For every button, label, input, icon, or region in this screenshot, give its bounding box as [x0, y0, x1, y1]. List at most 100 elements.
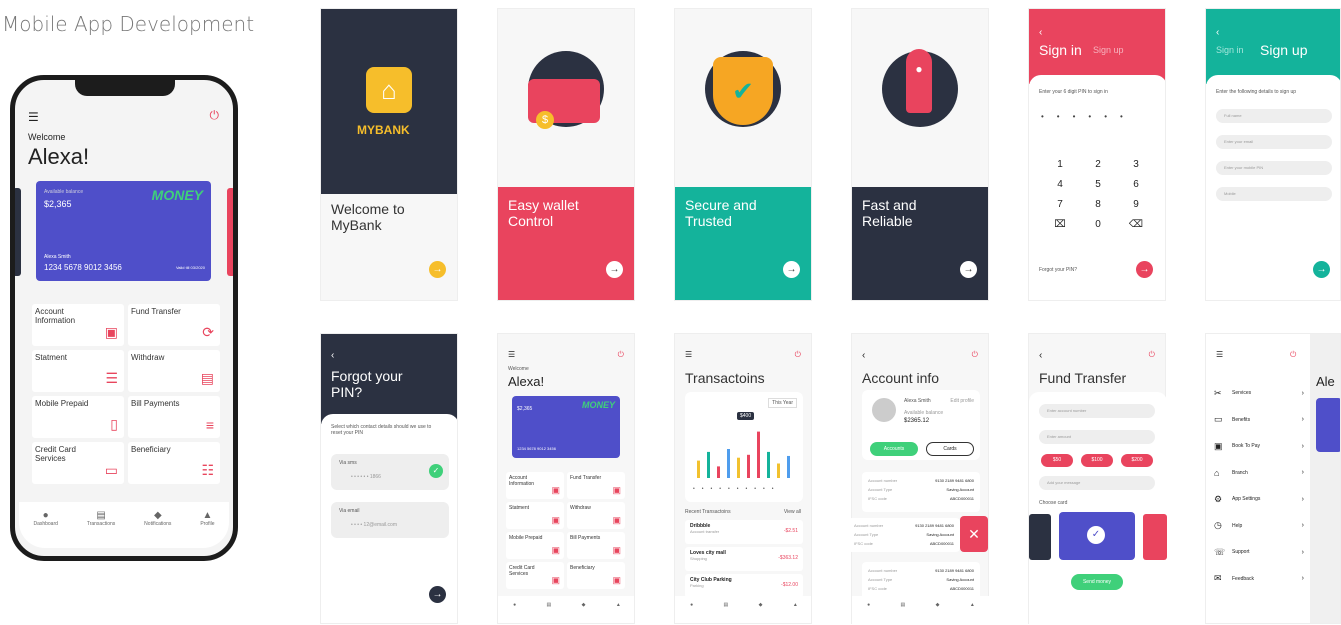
- service-tile[interactable]: Fund Transfer ⟳: [128, 304, 220, 346]
- bell-icon[interactable]: ◆: [759, 602, 763, 608]
- next-arrow-icon[interactable]: →: [960, 261, 977, 278]
- account-row-card-swiped[interactable]: Account number 9130 2189 9481 6800 Account…: [848, 518, 960, 552]
- power-icon[interactable]: ⏻: [210, 108, 220, 123]
- month-dots[interactable]: ••••••••••: [693, 486, 781, 492]
- keypad-key[interactable]: 8: [1079, 199, 1117, 210]
- power-icon[interactable]: ⏻: [1149, 350, 1155, 360]
- menu-icon[interactable]: ☰: [28, 110, 39, 124]
- keypad-key[interactable]: 9: [1117, 199, 1155, 210]
- email-option[interactable]: Via email • • • • 12@email.com: [331, 502, 449, 538]
- back-icon[interactable]: ‹: [1216, 27, 1219, 38]
- power-icon[interactable]: ⏻: [972, 350, 978, 360]
- chart-bar[interactable]: [717, 466, 720, 478]
- chart-bar[interactable]: [697, 460, 700, 478]
- pin-field[interactable]: Enter your mobile PIN: [1216, 161, 1332, 175]
- transaction-row[interactable]: Dribbble Account transfer -$2.51: [685, 520, 803, 544]
- amount-chip[interactable]: $200: [1121, 454, 1153, 467]
- keypad-key[interactable]: 4: [1041, 179, 1079, 190]
- service-tile[interactable]: Bill Payments ▣: [567, 532, 625, 559]
- amount-chip[interactable]: $50: [1041, 454, 1073, 467]
- profile-icon[interactable]: ▲: [970, 602, 975, 608]
- amount-chip[interactable]: $100: [1081, 454, 1113, 467]
- chart-bar[interactable]: [787, 455, 790, 478]
- home-icon[interactable]: ●: [690, 602, 693, 608]
- transaction-row[interactable]: City Club Parking Parking -$12.00: [685, 574, 803, 598]
- dashboard-peek[interactable]: Ale: [1316, 374, 1335, 389]
- prev-card[interactable]: [1029, 514, 1051, 560]
- selected-card[interactable]: ✓: [1059, 512, 1135, 560]
- chart-bar[interactable]: [757, 431, 760, 478]
- nav-item[interactable]: ● Dashboard: [33, 510, 57, 527]
- mobile-field[interactable]: Mobile: [1216, 187, 1332, 201]
- chart-bar[interactable]: [777, 463, 780, 479]
- service-tile[interactable]: Beneficiary ☷: [128, 442, 220, 484]
- power-icon[interactable]: ⏻: [618, 350, 624, 360]
- menu-item[interactable]: ☏ Support ›: [1214, 539, 1304, 566]
- fullname-field[interactable]: Full name: [1216, 109, 1332, 123]
- service-tile[interactable]: Statment ☰: [32, 350, 124, 392]
- keypad-key[interactable]: 2: [1079, 159, 1117, 170]
- email-field[interactable]: Enter your email: [1216, 135, 1332, 149]
- service-tile[interactable]: Credit Card Services ▭: [32, 442, 124, 484]
- message-field[interactable]: Add your message: [1039, 476, 1155, 490]
- nav-item[interactable]: ▤ Transactions: [87, 510, 115, 527]
- keypad-key[interactable]: 5: [1079, 179, 1117, 190]
- menu-item[interactable]: ✂ Services ›: [1214, 380, 1304, 407]
- account-number-field[interactable]: Enter account number: [1039, 404, 1155, 418]
- service-tile[interactable]: Statment ▣: [506, 502, 564, 529]
- next-arrow-icon[interactable]: →: [783, 261, 800, 278]
- pin-dots[interactable]: ••••••: [1041, 112, 1136, 121]
- chart-bar[interactable]: [737, 457, 740, 478]
- service-tile[interactable]: Mobile Prepaid ▯: [32, 396, 124, 438]
- back-icon[interactable]: ‹: [862, 350, 865, 361]
- accounts-tab[interactable]: Accounts: [870, 442, 918, 456]
- keypad-key[interactable]: 3: [1117, 159, 1155, 170]
- chart-bar[interactable]: [727, 449, 730, 478]
- menu-item[interactable]: ✉ Feedback ›: [1214, 566, 1304, 593]
- home-icon[interactable]: ●: [867, 602, 870, 608]
- profile-icon[interactable]: ▲: [793, 602, 798, 608]
- chart-bar[interactable]: [767, 451, 770, 478]
- power-icon[interactable]: ⏻: [795, 350, 801, 360]
- service-tile[interactable]: Withdraw ▤: [128, 350, 220, 392]
- service-tile[interactable]: Fund Transfer ▣: [567, 472, 625, 499]
- chart-bar[interactable]: [707, 451, 710, 478]
- keypad-key[interactable]: 0: [1079, 219, 1117, 230]
- menu-icon[interactable]: ☰: [1216, 350, 1223, 359]
- back-icon[interactable]: ‹: [1039, 350, 1042, 361]
- back-icon[interactable]: ‹: [1039, 27, 1042, 38]
- list-icon[interactable]: ▤: [724, 602, 729, 608]
- signup-tab[interactable]: Sign up: [1093, 45, 1124, 55]
- delete-icon[interactable]: ✕: [960, 516, 988, 552]
- service-tile[interactable]: Account Information ▣: [32, 304, 124, 346]
- nav-item[interactable]: ▲ Profile: [200, 510, 214, 527]
- signin-tab[interactable]: Sign in: [1216, 45, 1244, 55]
- bell-icon[interactable]: ◆: [582, 602, 586, 608]
- signin-arrow-icon[interactable]: →: [1136, 261, 1153, 278]
- period-select[interactable]: This Year: [768, 398, 797, 408]
- send-money-button[interactable]: Send money: [1071, 574, 1123, 590]
- chart-bar[interactable]: [747, 454, 750, 478]
- menu-item[interactable]: ▭ Benefits ›: [1214, 407, 1304, 434]
- service-tile[interactable]: Bill Payments ≡: [128, 396, 220, 438]
- next-card[interactable]: [227, 188, 233, 276]
- list-icon[interactable]: ▤: [901, 602, 906, 608]
- keypad-key[interactable]: ⌧: [1041, 219, 1079, 230]
- menu-icon[interactable]: ☰: [685, 350, 692, 359]
- sms-option[interactable]: Via sms • • • • • • 1866 ✓: [331, 454, 449, 490]
- keypad-key[interactable]: 6: [1117, 179, 1155, 190]
- signup-arrow-icon[interactable]: →: [1313, 261, 1330, 278]
- menu-item[interactable]: ▣ Book To Pay ›: [1214, 433, 1304, 460]
- menu-icon[interactable]: ☰: [508, 350, 515, 359]
- amount-field[interactable]: Enter amount: [1039, 430, 1155, 444]
- bell-icon[interactable]: ◆: [936, 602, 940, 608]
- service-tile[interactable]: Mobile Prepaid ▣: [506, 532, 564, 559]
- card-peek[interactable]: [1316, 398, 1340, 452]
- keypad-key[interactable]: ⌫: [1117, 219, 1155, 230]
- menu-item[interactable]: ⚙ App Settings ›: [1214, 486, 1304, 513]
- menu-item[interactable]: ⌂ Branch ›: [1214, 460, 1304, 487]
- next-card[interactable]: [1143, 514, 1167, 560]
- power-icon[interactable]: ⏻: [1290, 350, 1296, 360]
- back-icon[interactable]: ‹: [331, 350, 334, 361]
- keypad-key[interactable]: 1: [1041, 159, 1079, 170]
